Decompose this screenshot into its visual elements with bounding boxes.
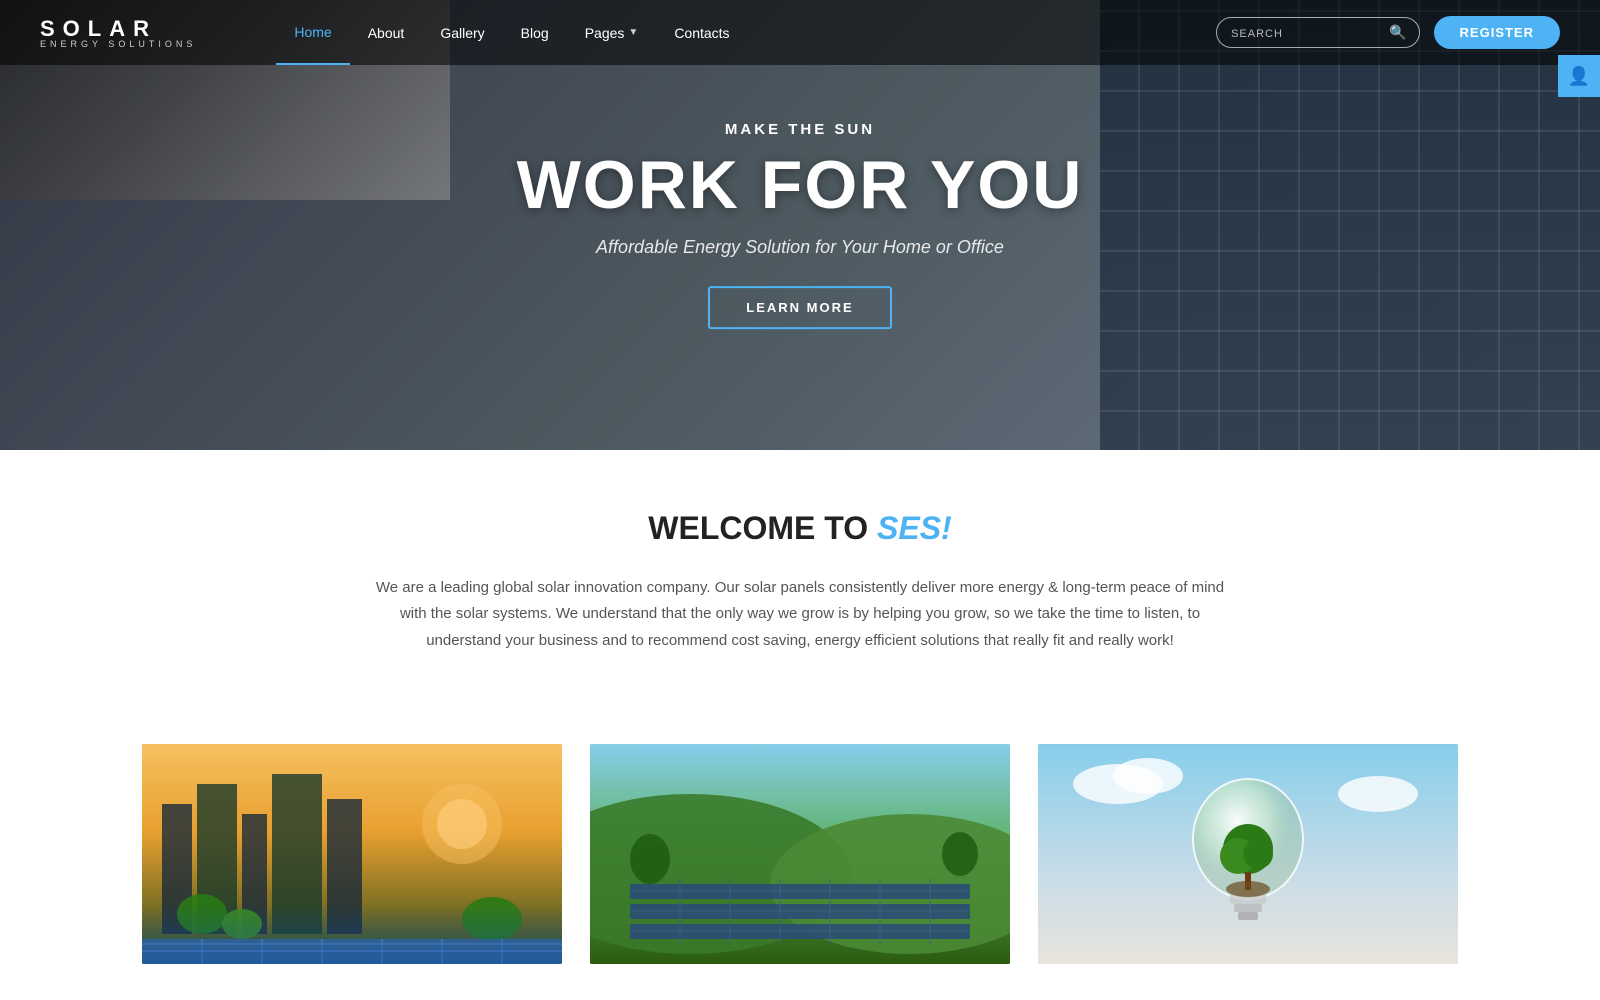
nav-gallery[interactable]: Gallery (422, 0, 502, 65)
welcome-title-accent: SES! (877, 510, 952, 546)
card-bulb-image (1038, 744, 1458, 964)
card-field-image (590, 744, 1010, 964)
nav-home[interactable]: Home (276, 0, 349, 65)
card-eco-bulb[interactable] (1038, 744, 1458, 964)
card-city-image (142, 744, 562, 964)
user-icon-box[interactable]: 👤 (1558, 55, 1600, 97)
logo[interactable]: SOLAR ENERGY SOLUTIONS (40, 16, 196, 49)
search-box: 🔍 (1216, 17, 1419, 48)
hero-subtitle: MAKE THE SUN (20, 121, 1580, 138)
cards-row (0, 744, 1600, 964)
nav-blog[interactable]: Blog (503, 0, 567, 65)
navbar: SOLAR ENERGY SOLUTIONS Home About Galler… (0, 0, 1600, 65)
search-input[interactable] (1217, 20, 1377, 46)
welcome-title-prefix: WELCOME TO (648, 510, 877, 546)
hero-title: WORK FOR YOU (20, 148, 1580, 223)
nav-right: 🔍 REGISTER (1216, 16, 1560, 49)
nav-about[interactable]: About (350, 0, 423, 65)
register-button[interactable]: REGISTER (1434, 16, 1560, 49)
card-city-solar[interactable] (142, 744, 562, 964)
card-field-solar[interactable] (590, 744, 1010, 964)
nav-pages[interactable]: Pages ▼ (567, 0, 657, 65)
user-icon: 👤 (1568, 66, 1590, 87)
learn-more-button[interactable]: LEARN MORE (708, 286, 891, 329)
welcome-title: WELCOME TO SES! (80, 510, 1520, 547)
logo-sub: ENERGY SOLUTIONS (40, 39, 196, 49)
search-icon: 🔍 (1389, 24, 1406, 40)
nav-contacts[interactable]: Contacts (656, 0, 747, 65)
hero-content: MAKE THE SUN WORK FOR YOU Affordable Ene… (0, 121, 1600, 329)
welcome-description: We are a leading global solar innovation… (370, 575, 1230, 654)
welcome-section: WELCOME TO SES! We are a leading global … (0, 450, 1600, 744)
hero-section: MAKE THE SUN WORK FOR YOU Affordable Ene… (0, 0, 1600, 450)
nav-links: Home About Gallery Blog Pages ▼ Contacts (276, 0, 1216, 65)
search-button[interactable]: 🔍 (1377, 18, 1418, 47)
hero-tagline: Affordable Energy Solution for Your Home… (20, 237, 1580, 258)
chevron-down-icon: ▼ (628, 27, 638, 38)
